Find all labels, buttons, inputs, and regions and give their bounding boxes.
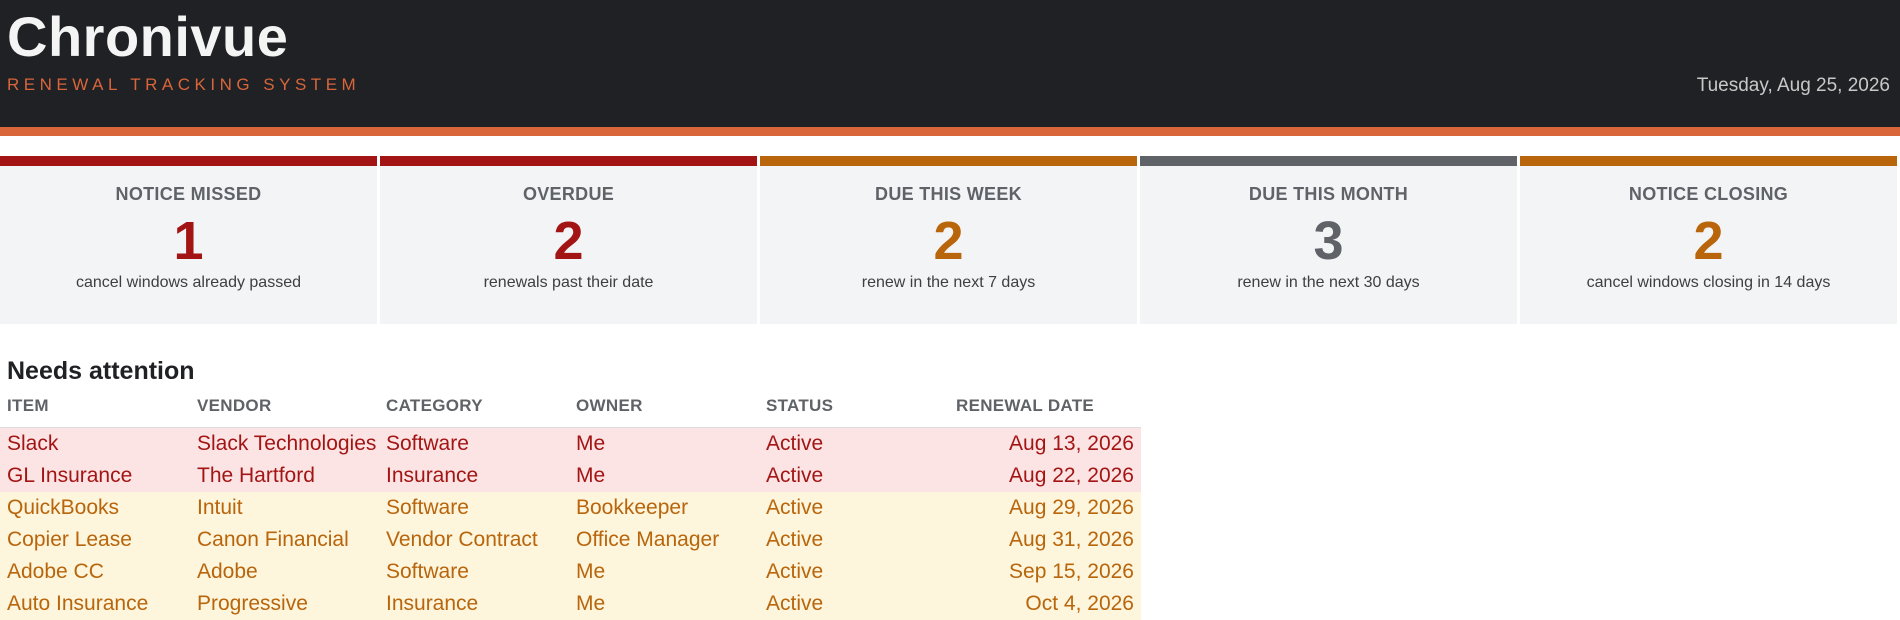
card-count: 1: [173, 211, 204, 271]
owner-cell: Bookkeeper: [576, 496, 689, 519]
owner-cell: Office Manager: [576, 528, 720, 551]
card-due-this-week[interactable]: DUE THIS WEEK 2 renew in the next 7 days: [760, 156, 1137, 324]
table-row[interactable]: QuickBooks Intuit Software Bookkeeper Active…: [0, 492, 1141, 524]
card-accent-bar: [380, 156, 757, 166]
item-cell: Copier Lease: [7, 528, 132, 551]
card-count: 2: [553, 211, 584, 271]
card-accent-bar: [760, 156, 1137, 166]
vendor-cell: Canon Financial: [197, 528, 349, 551]
column-header-vendor[interactable]: VENDOR: [197, 396, 272, 416]
card-count: 2: [933, 211, 964, 271]
table-body: Slack Slack Technologies Software Me Active A…: [0, 428, 1141, 620]
category-cell: Software: [386, 496, 469, 519]
card-description: cancel windows closing in 14 days: [1586, 274, 1831, 291]
table-row[interactable]: Adobe CC Adobe Software Me Active Sep 15, 202…: [0, 556, 1141, 588]
vendor-cell: Progressive: [197, 592, 308, 615]
card-count: 2: [1693, 211, 1724, 271]
card-notice-missed[interactable]: NOTICE MISSED 1 cancel windows already p…: [0, 156, 377, 324]
column-header-owner[interactable]: OWNER: [576, 396, 643, 416]
column-header-category[interactable]: CATEGORY: [386, 396, 483, 416]
owner-cell: Me: [576, 560, 606, 583]
card-accent-bar: [0, 156, 377, 166]
renewal-date-cell: Aug 13, 2026: [1009, 432, 1134, 455]
table-header: ITEM VENDOR CATEGORY OWNER STATUS RENEWA…: [0, 392, 1141, 428]
card-description: renewals past their date: [483, 274, 654, 291]
category-cell: Insurance: [386, 592, 479, 615]
status-cell: Active: [766, 592, 824, 615]
column-header-item[interactable]: ITEM: [7, 396, 49, 416]
card-title: DUE THIS MONTH: [1248, 184, 1409, 204]
card-title: OVERDUE: [522, 184, 615, 204]
app-header: Chronivue RENEWAL TRACKING SYSTEM Tuesda…: [0, 0, 1900, 127]
summary-cards: NOTICE MISSED 1 cancel windows already p…: [0, 156, 1900, 324]
card-accent-bar: [1520, 156, 1897, 166]
status-cell: Active: [766, 528, 824, 551]
vendor-cell: The Hartford: [197, 464, 315, 487]
column-header-status[interactable]: STATUS: [766, 396, 833, 416]
item-cell: Adobe CC: [7, 560, 104, 583]
renewal-date-cell: Aug 22, 2026: [1009, 464, 1134, 487]
section-heading: Needs attention: [7, 357, 195, 385]
owner-cell: Me: [576, 432, 606, 455]
card-title: DUE THIS WEEK: [875, 184, 1022, 204]
item-cell: Auto Insurance: [7, 592, 149, 615]
table-row[interactable]: Copier Lease Canon Financial Vendor Contra…: [0, 524, 1141, 556]
status-cell: Active: [766, 464, 824, 487]
category-cell: Insurance: [386, 464, 479, 487]
category-cell: Vendor Contract: [386, 528, 538, 551]
card-overdue[interactable]: OVERDUE 2 renewals past their date: [380, 156, 757, 324]
card-description: renew in the next 30 days: [1237, 274, 1420, 291]
table-row[interactable]: GL Insurance The Hartford Insurance Me Activ…: [0, 460, 1141, 492]
column-header-renewal-date[interactable]: RENEWAL DATE: [956, 396, 1094, 416]
renewal-date-cell: Aug 31, 2026: [1009, 528, 1134, 551]
card-notice-closing[interactable]: NOTICE CLOSING 2 cancel windows closing …: [1520, 156, 1897, 324]
renewal-date-cell: Oct 4, 2026: [1025, 592, 1134, 615]
renewal-date-cell: Sep 15, 2026: [1009, 560, 1134, 583]
card-count: 3: [1313, 211, 1344, 271]
header-accent-stripe: [0, 127, 1900, 136]
card-description: cancel windows already passed: [75, 274, 301, 291]
category-cell: Software: [386, 432, 469, 455]
owner-cell: Me: [576, 464, 606, 487]
category-cell: Software: [386, 560, 469, 583]
status-cell: Active: [766, 560, 824, 583]
vendor-cell: Slack Technologies: [197, 432, 377, 455]
vendor-cell: Intuit: [197, 496, 243, 519]
card-title: NOTICE MISSED: [115, 184, 262, 204]
card-due-this-month[interactable]: DUE THIS MONTH 3 renew in the next 30 da…: [1140, 156, 1517, 324]
vendor-cell: Adobe: [197, 560, 258, 583]
status-cell: Active: [766, 496, 824, 519]
card-accent-bar: [1140, 156, 1517, 166]
current-date: Tuesday, Aug 25, 2026: [1696, 75, 1890, 96]
attention-table: ITEM VENDOR CATEGORY OWNER STATUS RENEWA…: [0, 392, 1141, 620]
table-row[interactable]: Slack Slack Technologies Software Me Active A…: [0, 428, 1141, 460]
item-cell: QuickBooks: [7, 496, 120, 519]
card-title: NOTICE CLOSING: [1628, 184, 1789, 204]
item-cell: Slack: [7, 432, 59, 455]
owner-cell: Me: [576, 592, 606, 615]
item-cell: GL Insurance: [7, 464, 133, 487]
status-cell: Active: [766, 432, 824, 455]
card-description: renew in the next 7 days: [861, 274, 1036, 291]
table-row[interactable]: Auto Insurance Progressive Insurance Me Acti…: [0, 588, 1141, 620]
renewal-date-cell: Aug 29, 2026: [1009, 496, 1134, 519]
app-subtitle: RENEWAL TRACKING SYSTEM: [7, 75, 361, 94]
app-title: Chronivue: [7, 5, 289, 68]
